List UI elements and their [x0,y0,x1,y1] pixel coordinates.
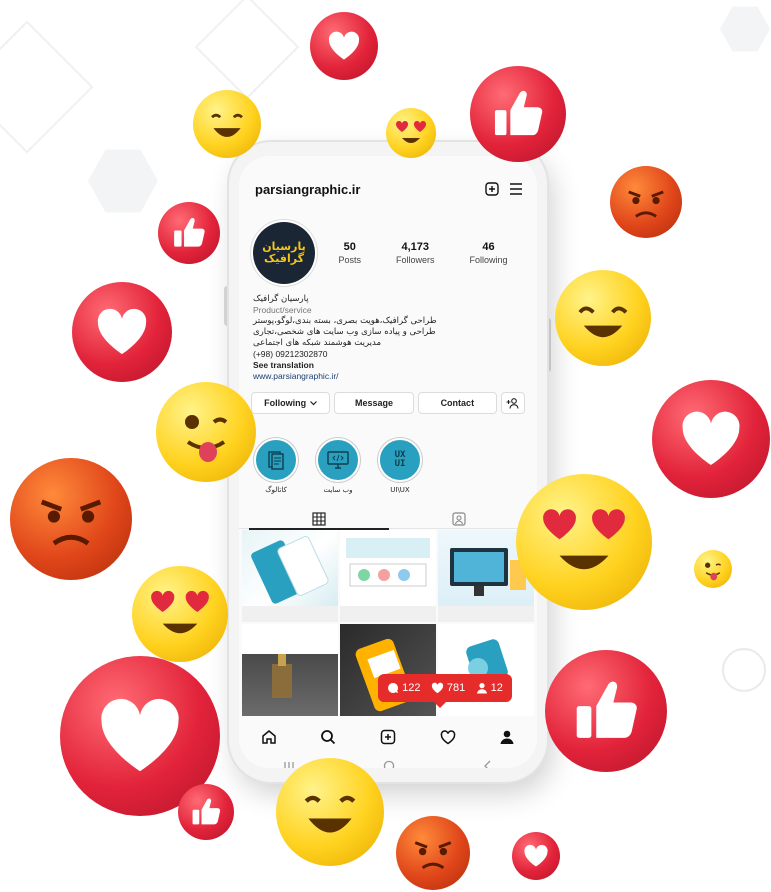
post-thumbnail[interactable] [242,530,338,622]
heart-eyes-emoji [516,474,652,610]
bio-line: مدیریت هوشمند شبکه های اجتماعی [253,338,382,348]
bottom-navigation [239,724,537,750]
like-count: 781 [446,682,466,694]
following-button-label: Following [264,398,307,408]
thumbs-up-emoji [545,650,667,772]
heart-icon [431,682,444,694]
thumbs-up-emoji [470,66,566,162]
stat-value: 4,173 [401,241,429,253]
stat-following[interactable]: 46 Following [469,241,507,265]
post-thumbnail[interactable] [340,530,436,622]
username: parsiangraphic.ir [255,181,361,197]
see-translation-link[interactable]: See translation [253,360,523,371]
message-button[interactable]: Message [334,392,414,414]
notif-likes: 781 [431,682,465,694]
angry-emoji [10,458,132,580]
profile-header: parsiangraphic.ir [255,178,523,200]
chevron-down-icon [310,400,318,406]
tab-tagged[interactable] [389,510,529,528]
home-circle-icon[interactable] [383,760,395,768]
grid-icon [312,510,326,528]
winking-tongue-emoji [156,382,256,482]
heart-emoji [72,282,172,382]
heart-eyes-emoji [386,108,436,158]
highlight-catalog[interactable]: کاتالوگ [253,438,299,494]
following-button[interactable]: Following [251,392,331,414]
bg-hexagon [720,6,770,52]
laughing-emoji [276,758,384,866]
contact-button[interactable]: Contact [417,392,497,414]
bio-line: طراحی گرافیک،هویت بصری، بسته بندی،لوگو،پ… [253,316,437,326]
notif-comments: 122 [387,682,421,694]
catalog-icon [267,450,285,470]
stat-value: 46 [482,241,495,253]
stat-label: Posts [338,255,361,265]
add-person-icon [506,397,520,409]
bg-diamond [194,0,300,100]
website-link[interactable]: www.parsiangraphic.ir/ [253,371,523,382]
monitor-code-icon [327,451,349,469]
stat-label: Following [469,255,508,265]
heart-eyes-emoji [132,566,228,662]
profile-bio: پارسیان گرافیک Product/service طراحی گرا… [253,294,523,382]
heart-emoji [310,12,378,80]
add-post-icon[interactable] [485,182,499,196]
stat-posts[interactable]: 50 Posts [338,241,361,265]
highlight-circle: UX UI [378,438,422,482]
highlight-website[interactable]: وب سایت [315,438,361,494]
tagged-person-icon [452,510,466,528]
post-thumbnail[interactable] [438,624,534,716]
add-person-button[interactable] [500,392,525,414]
profile-name: پارسیان گرافیک [253,294,309,304]
thumbs-up-emoji [158,202,220,264]
post-thumbnail[interactable] [340,624,436,716]
laughing-emoji [555,270,651,366]
profile-category: Product/service [253,305,312,315]
notif-followers: 12 [476,682,503,694]
profile-stats: 50 Posts 4,173 Followers 46 Following [321,241,525,265]
bio-line: طراحی و پیاده سازی وب سایت های شخصی،تجار… [253,327,436,337]
profile-icon[interactable] [499,729,515,745]
profile-actions: Following Message Contact [251,392,525,414]
profile-tabs [239,508,537,530]
bg-diamond [0,20,94,154]
home-icon[interactable] [261,729,277,745]
heart-emoji [512,832,560,880]
highlight-label: کاتالوگ [265,486,287,494]
angry-emoji [396,816,470,890]
avatar[interactable]: پارسیان گرافیک [253,222,315,284]
new-post-icon[interactable] [380,729,396,745]
highlight-circle [316,438,360,482]
highlight-label: UI\UX [390,486,410,494]
avatar-logo-text: پارسیان گرافیک [262,240,306,265]
comment-count: 122 [402,682,421,694]
highlight-uxui[interactable]: UX UI UI\UX [377,438,423,494]
profile-summary: پارسیان گرافیک 50 Posts 4,173 Followers … [253,218,525,288]
angry-emoji [610,166,682,238]
person-icon [476,682,488,694]
laughing-emoji [193,90,261,158]
bg-ring [722,648,766,692]
tab-posts-grid[interactable] [249,510,389,530]
heart-emoji [652,380,770,498]
search-icon[interactable] [320,729,336,745]
stat-followers[interactable]: 4,173 Followers [396,241,435,265]
back-icon[interactable] [483,760,493,768]
heart-icon[interactable] [440,729,456,745]
follower-count: 12 [490,682,503,694]
comment-icon [387,682,399,694]
winking-tongue-emoji [694,550,732,588]
activity-notification: 122 781 12 [378,674,512,708]
uxui-icon: UX UI [394,450,406,469]
stat-label: Followers [395,255,435,265]
profile-phone: (+98) 09212302870 [253,349,328,359]
menu-icon[interactable] [509,183,523,195]
stat-value: 50 [343,241,356,253]
post-thumbnail[interactable] [242,624,338,716]
thumbs-up-emoji [178,784,234,840]
bg-hexagon [88,149,158,213]
highlight-circle [254,438,298,482]
highlight-label: وب سایت [323,486,353,494]
story-highlights: کاتالوگ وب سایت UX UI UI\UX [239,438,537,496]
